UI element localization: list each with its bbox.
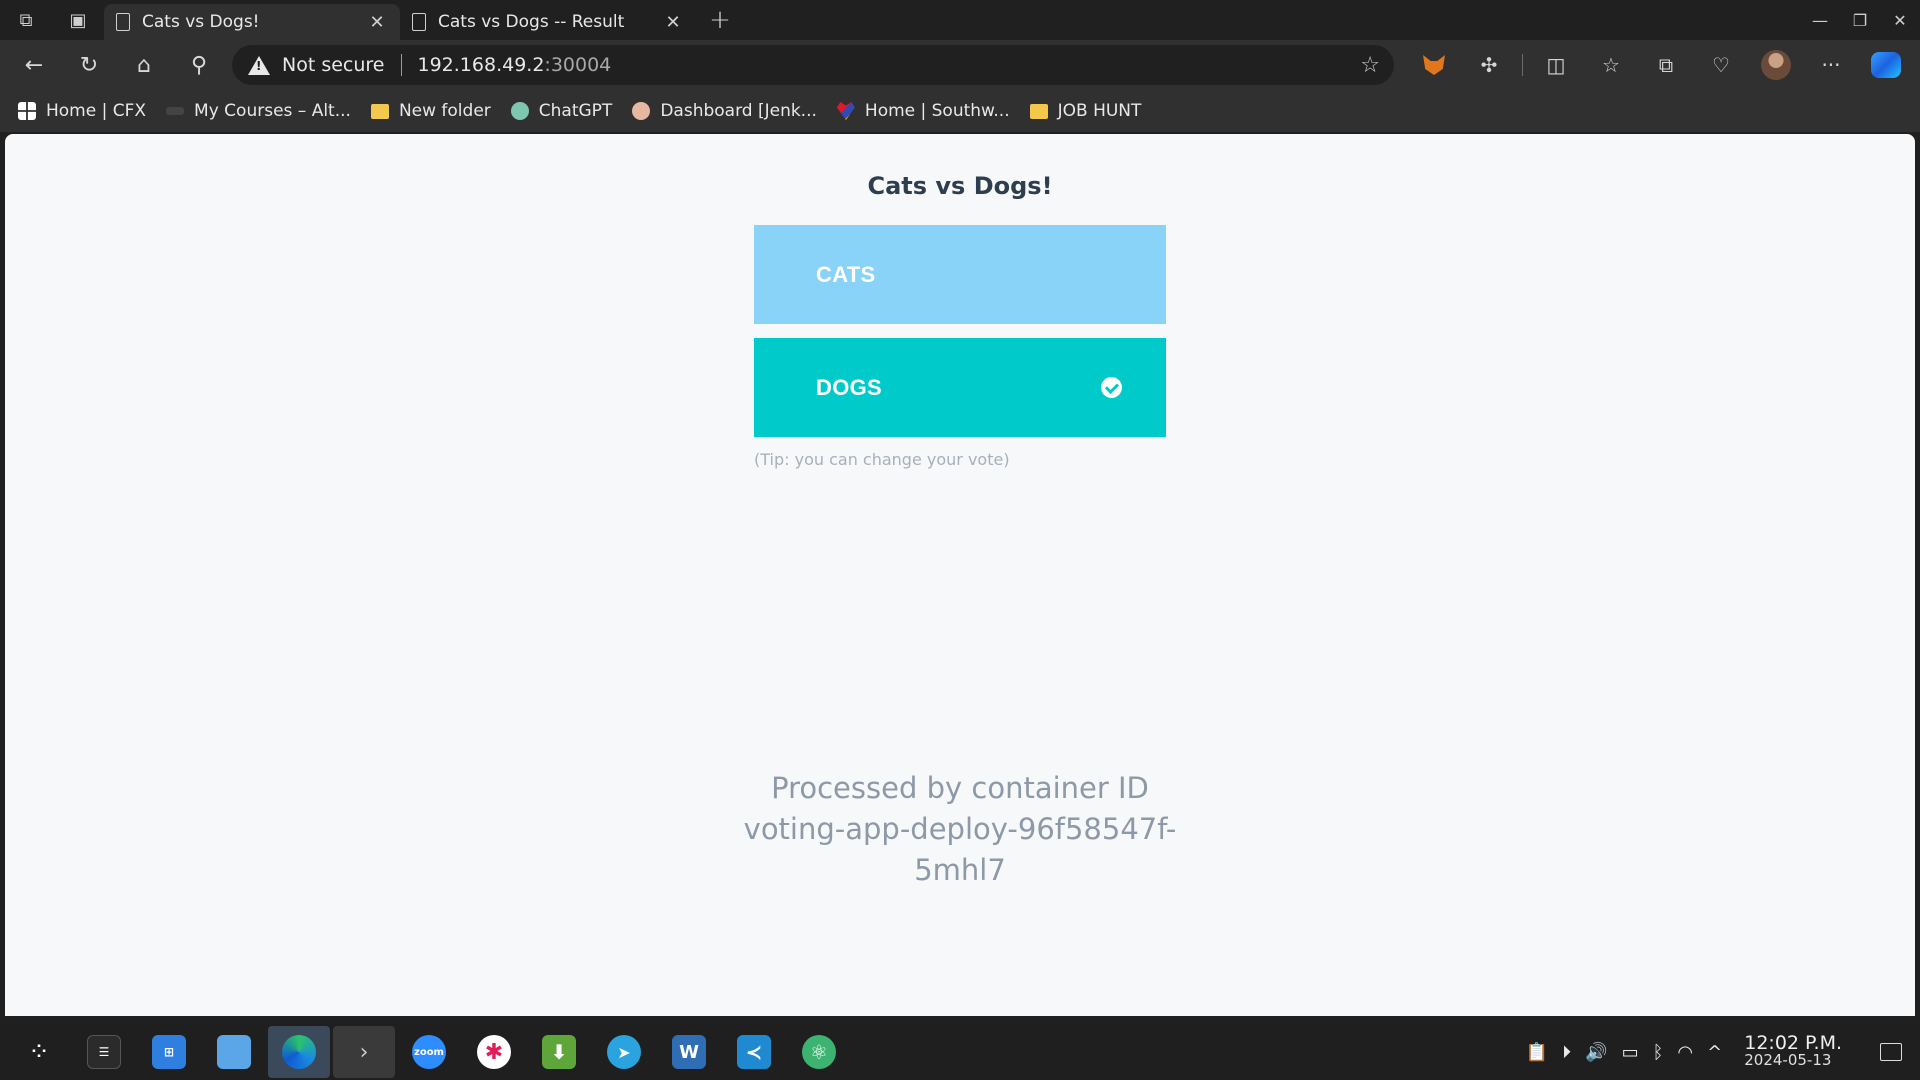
bookmark-southwest[interactable]: Home | Southw... bbox=[836, 101, 1010, 121]
tab-cats-vs-dogs[interactable]: Cats vs Dogs! ✕ bbox=[104, 4, 400, 40]
warning-icon[interactable] bbox=[248, 55, 270, 75]
tab-strip: ⧉ ▣ Cats vs Dogs! ✕ Cats vs Dogs -- Resu… bbox=[0, 0, 1920, 40]
close-window-icon[interactable]: ✕ bbox=[1880, 0, 1920, 40]
collections-icon[interactable]: ⧉ bbox=[1644, 45, 1688, 85]
telegram-icon[interactable]: ➤ bbox=[593, 1026, 655, 1078]
slack-icon[interactable]: ✱ bbox=[463, 1026, 525, 1078]
check-circle-icon bbox=[1101, 377, 1122, 398]
courses-icon bbox=[166, 107, 185, 115]
settings-icon[interactable]: ☰ bbox=[73, 1026, 135, 1078]
cfx-icon bbox=[18, 102, 36, 120]
bluetooth-icon[interactable]: ᛒ bbox=[1653, 1042, 1664, 1063]
clock-time: 12:02 P.M. bbox=[1744, 1032, 1842, 1054]
edge-icon[interactable] bbox=[268, 1026, 330, 1078]
container-id-part1: voting-app-deploy-96f58547f- bbox=[743, 812, 1177, 846]
copilot-icon[interactable] bbox=[1864, 45, 1908, 85]
processed-label: Processed by container ID bbox=[771, 771, 1149, 805]
close-tab-icon[interactable]: ✕ bbox=[662, 12, 684, 33]
media-play-icon[interactable]: ⏵ bbox=[1562, 1042, 1571, 1063]
security-label[interactable]: Not secure bbox=[282, 54, 385, 76]
tab-title: Cats vs Dogs! bbox=[142, 12, 260, 32]
southwest-icon bbox=[836, 102, 855, 120]
divider bbox=[400, 54, 402, 76]
extensions-icon[interactable]: ✣ bbox=[1467, 45, 1511, 85]
vote-tip: (Tip: you can change your vote) bbox=[754, 450, 1010, 469]
page-icon bbox=[412, 13, 426, 31]
new-tab-button[interactable]: + bbox=[696, 0, 744, 40]
system-tray: 📋 ⏵ 🔊 ▭ ᛒ ◠ ^ 12:02 P.M. 2024-05-13 bbox=[1526, 1032, 1920, 1069]
file-explorer-icon[interactable] bbox=[203, 1026, 265, 1078]
profile-avatar[interactable] bbox=[1754, 45, 1798, 85]
download-manager-icon[interactable]: ⬇ bbox=[528, 1026, 590, 1078]
search-icon[interactable]: ⚲ bbox=[177, 45, 221, 85]
workspaces-icon[interactable]: ⧉ bbox=[0, 0, 52, 40]
bookmark-job-hunt[interactable]: JOB HUNT bbox=[1029, 101, 1142, 121]
tab-cats-vs-dogs-result[interactable]: Cats vs Dogs -- Result ✕ bbox=[400, 4, 696, 40]
restore-icon[interactable]: ❐ bbox=[1840, 0, 1880, 40]
refresh-icon[interactable]: ↻ bbox=[67, 45, 111, 85]
bookmark-chatgpt[interactable]: ChatGPT bbox=[510, 101, 613, 121]
minimize-icon[interactable]: — bbox=[1800, 0, 1840, 40]
bookmark-label: New folder bbox=[398, 101, 491, 121]
notifications-icon[interactable] bbox=[1880, 1043, 1902, 1061]
option-label: DOGS bbox=[816, 374, 882, 400]
metamask-icon[interactable] bbox=[1412, 45, 1456, 85]
browser-essentials-icon[interactable]: ♡ bbox=[1699, 45, 1743, 85]
terminal-icon[interactable]: › bbox=[333, 1026, 395, 1078]
vscode-icon[interactable]: ≺ bbox=[723, 1026, 785, 1078]
word-icon[interactable]: W bbox=[658, 1026, 720, 1078]
store-icon[interactable]: ⊞ bbox=[138, 1026, 200, 1078]
battery-icon[interactable]: ▭ bbox=[1622, 1042, 1639, 1063]
bookmark-label: Dashboard [Jenk... bbox=[660, 101, 817, 121]
page-viewport: Cats vs Dogs! CATS DOGS (Tip: you can ch… bbox=[5, 134, 1915, 1016]
favorite-star-icon[interactable]: ☆ bbox=[1360, 53, 1380, 78]
bookmark-label: Home | CFX bbox=[46, 101, 147, 121]
toolbar-icons: ✣ ◫ ☆ ⧉ ♡ ··· bbox=[1412, 45, 1919, 85]
option-label: CATS bbox=[816, 261, 876, 287]
bookmarks-bar: Home | CFX My Courses – Alt... New folde… bbox=[0, 90, 1920, 132]
bookmark-my-courses[interactable]: My Courses – Alt... bbox=[166, 101, 351, 121]
split-screen-icon[interactable]: ◫ bbox=[1534, 45, 1578, 85]
atom-icon[interactable]: ⚛ bbox=[788, 1026, 850, 1078]
container-id-part2: 5mhl7 bbox=[914, 853, 1006, 887]
tab-title: Cats vs Dogs -- Result bbox=[438, 12, 625, 32]
folder-icon bbox=[370, 103, 389, 119]
bookmark-label: ChatGPT bbox=[538, 101, 613, 121]
page-icon bbox=[116, 13, 130, 31]
start-icon[interactable]: ⁘ bbox=[8, 1026, 70, 1078]
bookmark-new-folder[interactable]: New folder bbox=[370, 101, 491, 121]
home-icon[interactable]: ⌂ bbox=[122, 45, 166, 85]
bookmark-label: JOB HUNT bbox=[1057, 101, 1142, 121]
divider bbox=[1522, 54, 1523, 76]
bookmark-home-cfx[interactable]: Home | CFX bbox=[18, 101, 146, 121]
close-tab-icon[interactable]: ✕ bbox=[366, 12, 388, 33]
chevron-up-icon[interactable]: ^ bbox=[1707, 1042, 1722, 1063]
page-title: Cats vs Dogs! bbox=[867, 172, 1053, 200]
taskbar: ⁘ ☰ ⊞ › zoom ✱ ⬇ ➤ W ≺ ⚛ 📋 ⏵ 🔊 ▭ ᛒ ◠ ^ 1… bbox=[0, 1024, 1920, 1080]
container-id-info: Processed by container ID voting-app-dep… bbox=[5, 768, 1915, 891]
vertical-tabs-icon[interactable]: ▣ bbox=[52, 0, 104, 40]
browser-toolbar: ← ↻ ⌂ ⚲ Not secure 192.168.49.2:30004 ☆ … bbox=[0, 40, 1920, 90]
url-host[interactable]: 192.168.49.2 bbox=[418, 54, 545, 76]
chatgpt-icon bbox=[510, 102, 529, 120]
bookmark-label: Home | Southw... bbox=[864, 101, 1010, 121]
more-icon[interactable]: ··· bbox=[1809, 45, 1853, 85]
vote-cats-button[interactable]: CATS bbox=[754, 225, 1166, 324]
address-bar[interactable]: Not secure 192.168.49.2:30004 ☆ bbox=[232, 45, 1394, 85]
zoom-icon[interactable]: zoom bbox=[398, 1026, 460, 1078]
clock[interactable]: 12:02 P.M. 2024-05-13 bbox=[1744, 1032, 1842, 1069]
jenkins-icon bbox=[632, 102, 651, 120]
wifi-icon[interactable]: ◠ bbox=[1677, 1042, 1693, 1063]
window-controls: — ❐ ✕ bbox=[1800, 0, 1920, 40]
bookmark-jenkins[interactable]: Dashboard [Jenk... bbox=[632, 101, 817, 121]
bookmark-label: My Courses – Alt... bbox=[194, 101, 351, 121]
volume-icon[interactable]: 🔊 bbox=[1585, 1042, 1607, 1063]
url-port[interactable]: :30004 bbox=[544, 54, 611, 76]
clipboard-icon[interactable]: 📋 bbox=[1526, 1042, 1548, 1063]
vote-dogs-button[interactable]: DOGS bbox=[754, 338, 1166, 437]
favorites-icon[interactable]: ☆ bbox=[1589, 45, 1633, 85]
folder-icon bbox=[1029, 103, 1048, 119]
back-icon[interactable]: ← bbox=[12, 45, 56, 85]
clock-date: 2024-05-13 bbox=[1744, 1051, 1832, 1069]
